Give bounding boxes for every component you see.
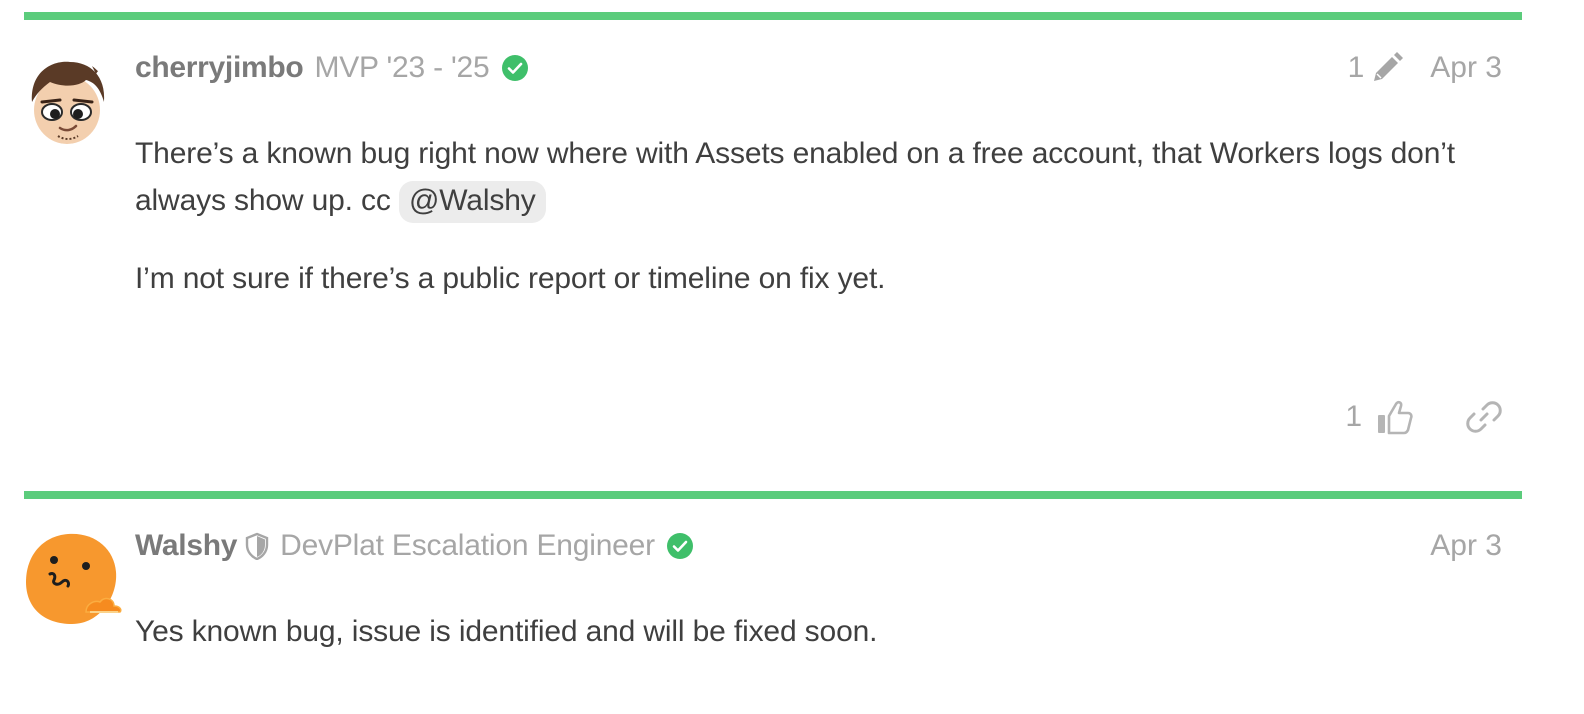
user-title: MVP '23 - '25 bbox=[314, 51, 490, 84]
post-actions: 1 bbox=[1345, 397, 1502, 437]
post-walshy: Walshy DevPlat Escalation Engineer Apr 3… bbox=[24, 491, 1522, 714]
post-paragraph: There’s a known bug right now where with… bbox=[135, 130, 1515, 224]
cartoon-face-avatar bbox=[24, 58, 110, 144]
like-count[interactable]: 1 bbox=[1345, 400, 1362, 434]
user-title: DevPlat Escalation Engineer bbox=[280, 529, 655, 562]
post-cherryjimbo: cherryjimbo MVP '23 - '25 1 Apr 3 There’… bbox=[24, 12, 1522, 482]
post-body: There’s a known bug right now where with… bbox=[135, 130, 1515, 302]
post-date[interactable]: Apr 3 bbox=[1430, 529, 1502, 563]
post-info: Apr 3 bbox=[1430, 526, 1502, 566]
pencil-icon[interactable] bbox=[1370, 51, 1404, 85]
post-info: 1 Apr 3 bbox=[1348, 48, 1502, 88]
username[interactable]: cherryjimbo bbox=[135, 51, 304, 85]
post-top-border bbox=[24, 12, 1522, 20]
verified-check-icon bbox=[501, 55, 528, 81]
avatar[interactable] bbox=[24, 532, 122, 624]
post-top-border bbox=[24, 491, 1522, 499]
post-date[interactable]: Apr 3 bbox=[1430, 51, 1502, 85]
post-text: There’s a known bug right now where with… bbox=[135, 137, 1455, 217]
avatar[interactable] bbox=[24, 58, 110, 144]
username[interactable]: Walshy bbox=[135, 529, 237, 563]
link-icon[interactable] bbox=[1466, 399, 1502, 435]
shield-icon bbox=[245, 532, 269, 560]
orange-blob-face-avatar bbox=[26, 533, 122, 624]
edit-count[interactable]: 1 bbox=[1348, 51, 1365, 85]
post-meta: cherryjimbo MVP '23 - '25 bbox=[135, 48, 529, 88]
verified-check-icon bbox=[666, 533, 693, 559]
user-mention[interactable]: @Walshy bbox=[398, 181, 546, 223]
post-body: Yes known bug, issue is identified and w… bbox=[135, 608, 1515, 655]
post-paragraph: I’m not sure if there’s a public report … bbox=[135, 262, 886, 295]
post-paragraph: Yes known bug, issue is identified and w… bbox=[135, 615, 878, 648]
post-meta: Walshy DevPlat Escalation Engineer bbox=[135, 526, 694, 566]
thumbs-up-icon[interactable] bbox=[1376, 398, 1414, 436]
